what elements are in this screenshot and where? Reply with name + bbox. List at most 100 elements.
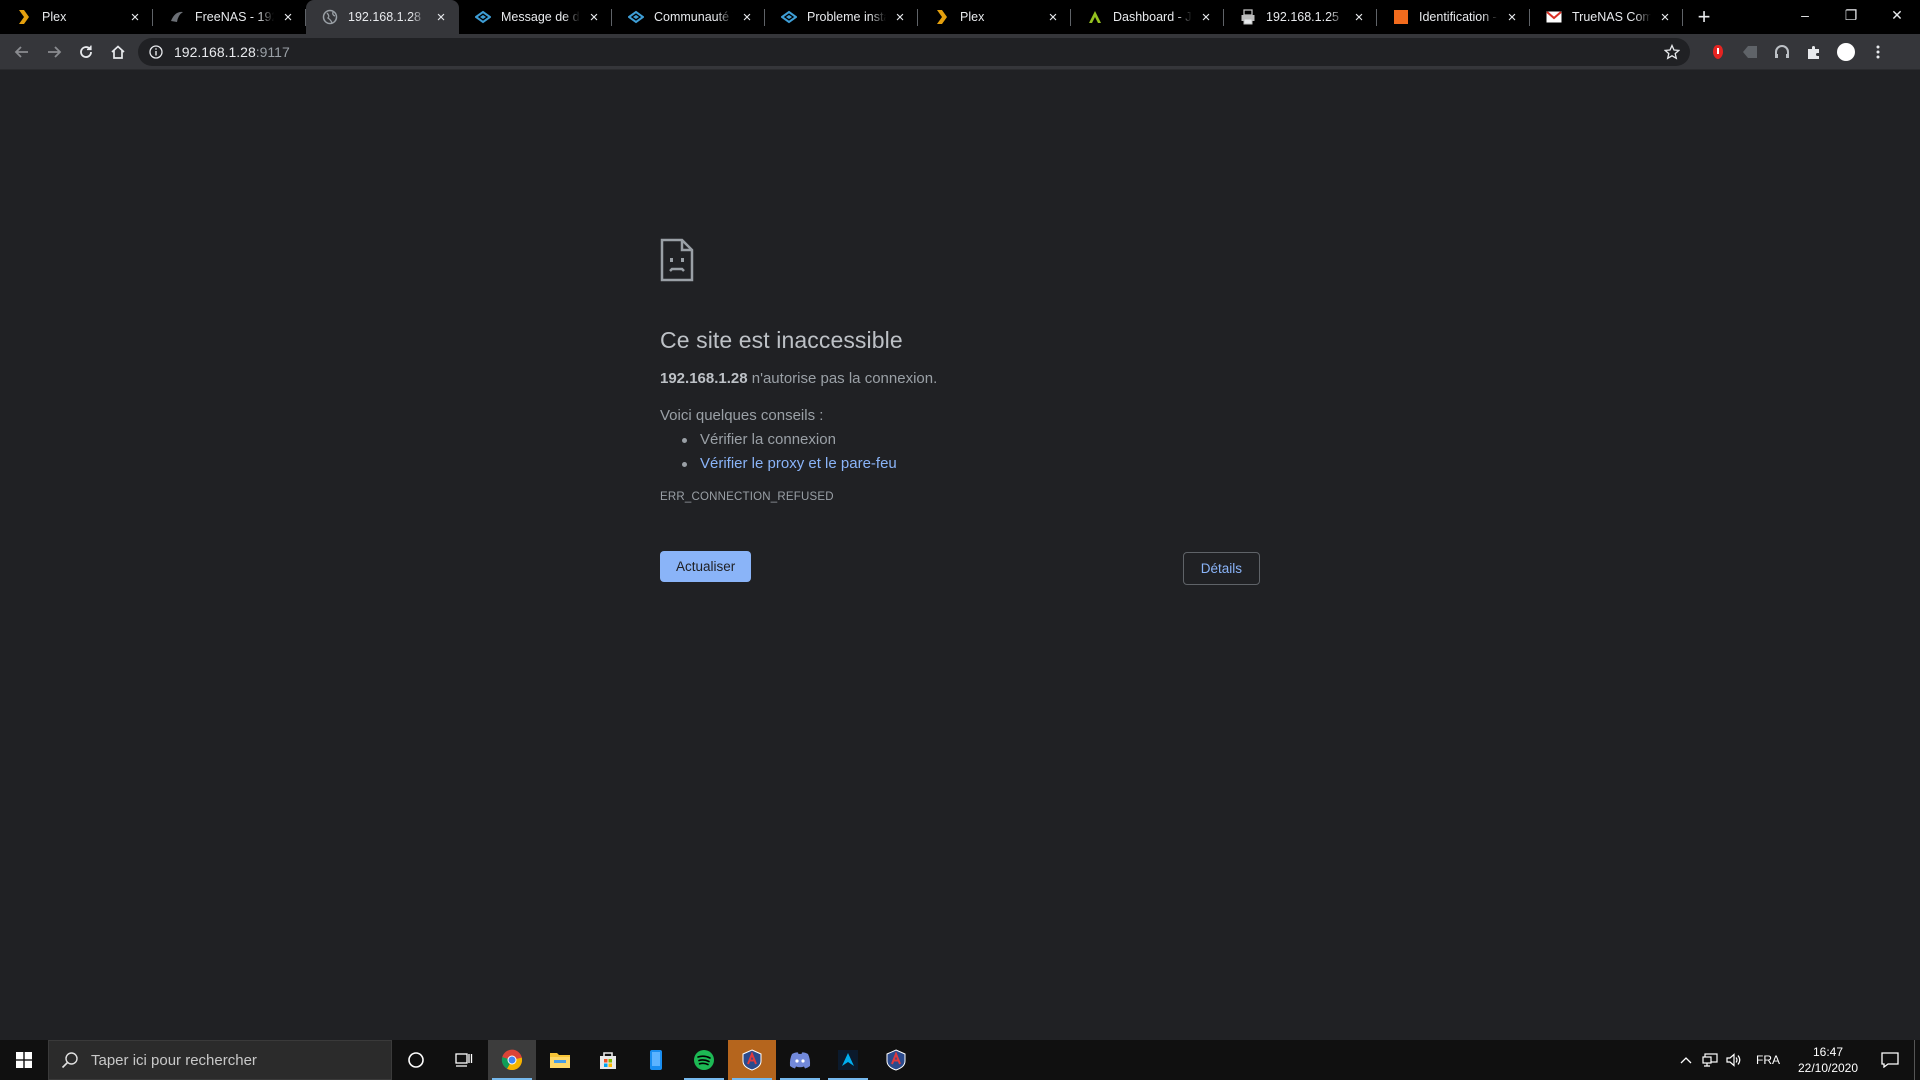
sad-page-icon [660,238,694,282]
close-tab-icon[interactable]: × [280,9,296,26]
tab-message-discussion[interactable]: Message de discussion × [459,0,612,34]
printer-icon [1240,9,1256,25]
volume-button[interactable] [1722,1040,1746,1080]
error-title: Ce site est inaccessible [660,327,903,353]
error-container: Ce site est inaccessible 192.168.1.28 n'… [660,238,1260,585]
close-tab-icon[interactable]: × [1045,9,1061,26]
close-tab-icon[interactable]: × [1351,9,1367,26]
game-launcher-icon [742,1049,762,1071]
forward-button[interactable] [38,36,70,68]
home-icon [111,44,125,59]
truenas-community-icon [781,9,797,25]
tab-probleme-installation[interactable]: Probleme installation × [765,0,918,34]
tab-title: Plex [42,10,67,24]
tip-check-proxy-link[interactable]: Vérifier le proxy et le pare-feu [682,452,1260,476]
puzzle-extensions-icon[interactable] [1798,36,1830,68]
freenas-icon [169,9,185,25]
taskbar-store[interactable] [584,1040,632,1080]
close-tab-icon[interactable]: × [1657,9,1673,26]
new-tab-button[interactable]: + [1687,0,1721,34]
taskbar-search-box[interactable]: Taper ici pour rechercher [48,1040,392,1080]
error-code: ERR_CONNECTION_REFUSED [660,491,834,503]
tag-extension-icon[interactable] [1734,36,1766,68]
taskbar-spotify[interactable] [680,1040,728,1080]
show-desktop-button[interactable] [1914,1040,1920,1080]
tab-communaute[interactable]: Communauté TrueNAS × [612,0,765,34]
input-language-indicator[interactable]: FRA [1746,1053,1790,1067]
plex-icon [934,9,950,25]
tab-192-168-1-25[interactable]: 192.168.1.25 × [1224,0,1377,34]
windows-taskbar: Taper ici pour rechercher FRA 16:47 22/1… [0,1040,1920,1080]
chevron-up-icon [1680,1057,1692,1064]
close-tab-icon[interactable]: × [1198,9,1214,26]
action-center-button[interactable] [1866,1040,1914,1080]
tab-title: 192.168.1.28 [348,10,421,24]
cortana-icon [408,1052,424,1068]
details-button[interactable]: Détails [1182,552,1260,585]
search-icon [61,1052,78,1069]
start-button[interactable] [0,1040,48,1080]
red-extension-icon[interactable] [1702,36,1734,68]
tab-identification[interactable]: Identification - La Poste × [1377,0,1530,34]
home-button[interactable] [102,36,134,68]
tab-strip: Plex × FreeNAS - 192.168.1.28 × 192.168.… [0,0,1920,34]
tab-plex-2[interactable]: Plex × [918,0,1071,34]
headphones-extension-icon[interactable] [1766,36,1798,68]
taskbar-file-explorer[interactable] [536,1040,584,1080]
tab-active-192-168-1-28[interactable]: 192.168.1.28 × [306,0,459,34]
close-tab-icon[interactable]: × [586,9,602,26]
clock-time: 16:47 [1812,1045,1844,1059]
tab-title: Communauté TrueNAS [654,10,733,24]
kebab-menu-icon[interactable] [1862,36,1894,68]
truenas-community-icon [628,9,644,25]
taskbar-game-launcher-2[interactable] [872,1040,920,1080]
minimize-button[interactable]: – [1782,0,1828,30]
reload-page-button[interactable]: Actualiser [660,551,752,582]
notification-icon [1881,1052,1899,1068]
tab-title: Identification - La Poste [1419,10,1498,24]
show-hidden-icons-button[interactable] [1674,1040,1698,1080]
tab-freenas[interactable]: FreeNAS - 192.168.1.28 × [153,0,306,34]
cortana-button[interactable] [392,1040,440,1080]
address-bar[interactable]: 192.168.1.28:9117 [138,37,1690,66]
network-button[interactable] [1698,1040,1722,1080]
error-buttons: Actualiser Détails [660,551,1260,585]
tab-truenas-community[interactable]: TrueNAS Community × [1530,0,1683,34]
bookmark-star-icon[interactable] [1663,43,1681,60]
close-window-button[interactable]: ✕ [1874,0,1920,30]
close-tab-icon[interactable]: × [127,9,143,26]
taskbar-chrome[interactable] [488,1040,536,1080]
taskbar-phone-app[interactable] [632,1040,680,1080]
speaker-icon [1726,1053,1741,1067]
taskbar-game-launcher[interactable] [728,1040,776,1080]
arrow-right-icon [48,45,62,58]
taskbar-clock[interactable]: 16:47 22/10/2020 [1790,1044,1866,1076]
error-description-text: n'autorise pas la connexion. [747,370,938,387]
close-tab-icon[interactable]: × [1504,9,1520,26]
file-explorer-icon [550,1053,570,1068]
tab-plex-1[interactable]: Plex × [0,0,153,34]
tab-title: FreeNAS - 192.168.1.28 [195,10,274,24]
tips-list: Vérifier la connexion Vérifier le proxy … [660,428,1260,476]
page-content: Ce site est inaccessible 192.168.1.28 n'… [0,70,1920,1040]
restore-button[interactable]: ❐ [1828,0,1874,30]
phone-app-icon [650,1050,662,1070]
reload-button[interactable] [70,36,102,68]
tab-title: TrueNAS Community [1572,10,1651,24]
task-view-button[interactable] [440,1040,488,1080]
system-tray: FRA 16:47 22/10/2020 [1674,1040,1920,1080]
globe-icon [322,9,338,25]
tip-check-connection: Vérifier la connexion [682,428,1260,452]
close-tab-icon[interactable]: × [892,9,908,26]
taskbar-game-app[interactable] [824,1040,872,1080]
site-info-icon[interactable] [148,44,164,60]
address-port: :9117 [255,43,290,60]
extensions-area [1702,36,1894,68]
tab-dashboard-jeedom[interactable]: Dashboard - Jeedom × [1071,0,1224,34]
back-button[interactable] [6,36,38,68]
profile-avatar-icon[interactable] [1830,36,1862,68]
close-tab-icon[interactable]: × [433,9,449,26]
taskbar-discord[interactable] [776,1040,824,1080]
reload-icon [80,45,92,58]
close-tab-icon[interactable]: × [739,9,755,26]
